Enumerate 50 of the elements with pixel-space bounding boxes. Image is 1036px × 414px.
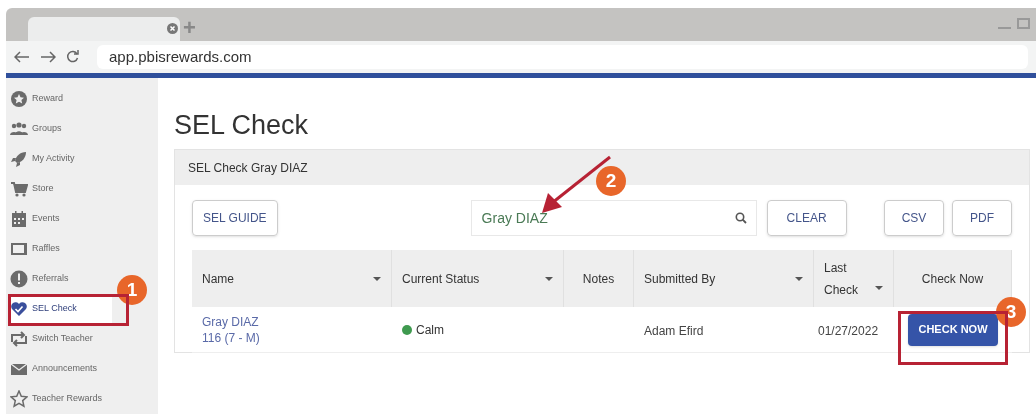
column-header: Check Now (921, 270, 984, 288)
sort-caret-icon[interactable] (373, 276, 381, 281)
search-icon[interactable] (734, 212, 747, 224)
student-detail: 116 (7 - M) (202, 329, 261, 346)
table-cell: Adam Efird (644, 323, 704, 338)
sidebar-item[interactable]: Groups (8, 114, 112, 144)
table-cell: 01/27/2022 (818, 323, 879, 338)
csv-button[interactable]: CSV (884, 200, 944, 236)
people-icon (10, 120, 28, 138)
student-name-link[interactable]: Gray DIAZ (202, 313, 382, 330)
sort-caret-icon[interactable] (545, 276, 553, 281)
search-field[interactable]: Gray DIAZ (470, 200, 757, 236)
column-header: Notes (582, 270, 615, 288)
guide-button[interactable]: SEL GUIDE (192, 200, 278, 236)
cart-icon (10, 180, 28, 198)
sidebar-item[interactable]: Announcements (8, 354, 112, 384)
sidebar-item[interactable]: Store (8, 174, 112, 204)
sidebar-item[interactable]: Raffles (8, 234, 112, 264)
clear-button[interactable]: CLEAR (766, 200, 847, 236)
column-header[interactable]: Name (202, 269, 234, 288)
sidebar-item[interactable]: Events (8, 204, 112, 234)
sidebar-item[interactable]: My Activity (8, 144, 112, 174)
check-now-button[interactable]: CHECK NOW (908, 313, 998, 346)
column-header[interactable]: Current Status (402, 269, 480, 288)
rocket-icon (10, 150, 28, 168)
column-header[interactable]: Submitted By (644, 269, 716, 288)
heart-icon (10, 300, 28, 318)
close-icon[interactable] (167, 23, 178, 35)
address-bar[interactable]: app.pbisrewards.com (97, 44, 1028, 69)
card-title: SEL Check Gray DIAZ (188, 159, 308, 177)
sidebar-item[interactable]: Referrals (8, 264, 112, 294)
sidebar-item[interactable]: Reward (8, 84, 112, 114)
sort-caret-icon[interactable] (795, 276, 803, 281)
status-text: Calm (416, 321, 444, 339)
swap-arrows-icon (10, 330, 28, 348)
url-text: app.pbisrewards.com (109, 46, 252, 67)
back-icon[interactable] (14, 50, 30, 63)
page-title: SEL Check (174, 109, 310, 142)
screen-icon (10, 240, 28, 258)
star-icon (10, 390, 28, 408)
sort-caret-icon[interactable] (875, 285, 883, 290)
sidebar-item[interactable]: Switch Teacher (8, 324, 112, 354)
pdf-button[interactable]: PDF (952, 200, 1012, 236)
reload-icon[interactable] (66, 50, 79, 64)
star-circle-icon (10, 90, 28, 108)
forward-icon[interactable] (40, 50, 56, 63)
exclamation-icon (10, 270, 28, 288)
calendar-icon (10, 210, 28, 228)
sidebar-item[interactable]: Teacher Rewards (8, 384, 112, 414)
column-header[interactable]: Last Check (824, 256, 860, 301)
